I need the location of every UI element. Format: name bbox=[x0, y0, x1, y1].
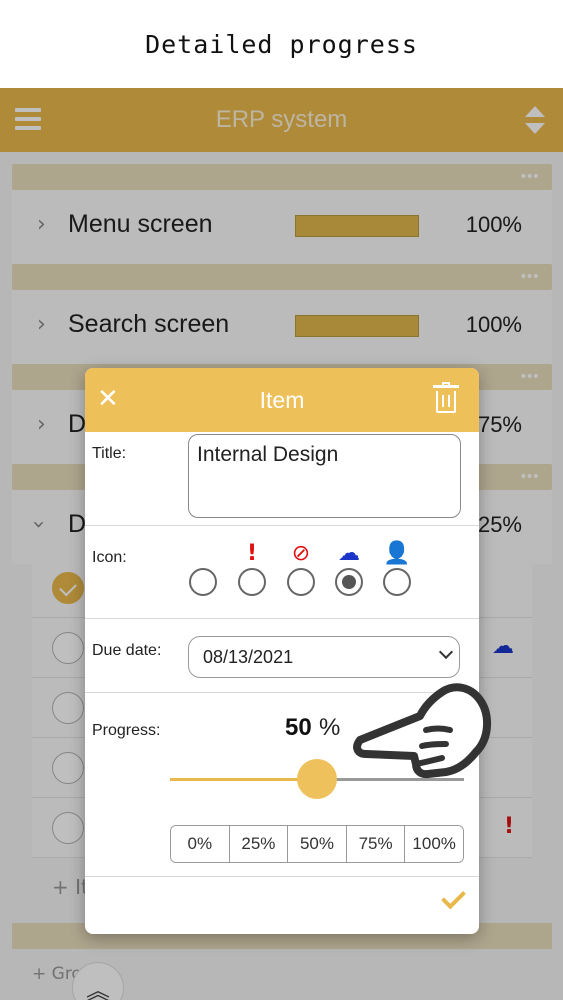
preset-0-button[interactable]: 0% bbox=[171, 826, 230, 862]
title-input[interactable]: Internal Design bbox=[188, 434, 461, 518]
item-dialog: ✕ Item Title: Internal Design Icon: ! ⊘ … bbox=[85, 368, 479, 934]
icon-option-exclamation[interactable]: ! bbox=[237, 540, 267, 596]
title-label: Title: bbox=[92, 445, 127, 462]
progress-value: 50 bbox=[285, 714, 312, 741]
close-icon[interactable]: ✕ bbox=[97, 384, 119, 414]
due-date-label: Due date: bbox=[92, 642, 162, 659]
icon-option-user-check[interactable]: 👤 bbox=[382, 540, 412, 596]
tutorial-caption: Detailed progress bbox=[0, 0, 563, 88]
progress-slider-knob[interactable] bbox=[297, 759, 337, 799]
icon-radio[interactable] bbox=[238, 568, 266, 596]
chevron-down-icon bbox=[438, 644, 454, 660]
user-check-icon: 👤 bbox=[383, 541, 411, 566]
icon-radio-selected[interactable] bbox=[335, 568, 363, 596]
no-icon-placeholder bbox=[188, 540, 218, 568]
icon-radio[interactable] bbox=[189, 568, 217, 596]
preset-50-button[interactable]: 50% bbox=[288, 826, 347, 862]
trash-icon[interactable] bbox=[433, 382, 459, 413]
rain-cloud-icon: ☁ bbox=[338, 541, 360, 566]
icon-option-prohibited[interactable]: ⊘ bbox=[286, 540, 316, 596]
preset-25-button[interactable]: 25% bbox=[229, 826, 289, 862]
prohibited-icon: ⊘ bbox=[291, 541, 311, 566]
icon-radio[interactable] bbox=[383, 568, 411, 596]
progress-label: Progress: bbox=[92, 722, 161, 739]
dialog-title: Item bbox=[259, 386, 305, 413]
due-date-value: 08/13/2021 bbox=[203, 647, 294, 667]
icon-option-none[interactable] bbox=[188, 540, 218, 596]
confirm-check-icon[interactable] bbox=[439, 886, 465, 910]
dialog-header: ✕ Item bbox=[85, 368, 479, 432]
progress-preset-group: 0% 25% 50% 75% 100% bbox=[170, 825, 464, 863]
icon-radio[interactable] bbox=[287, 568, 315, 596]
pointing-hand-icon bbox=[353, 683, 491, 779]
preset-75-button[interactable]: 75% bbox=[346, 826, 406, 862]
app-screen: ERP system ••• › Menu screen 100% ••• › … bbox=[0, 88, 563, 1000]
icon-option-rain[interactable]: ☁ bbox=[334, 540, 364, 596]
icon-label: Icon: bbox=[92, 549, 127, 566]
due-date-select[interactable]: 08/13/2021 bbox=[188, 636, 460, 678]
exclamation-icon: ! bbox=[246, 541, 258, 566]
progress-unit: % bbox=[319, 714, 341, 741]
progress-slider-fill bbox=[170, 778, 317, 781]
preset-100-button[interactable]: 100% bbox=[405, 826, 463, 862]
